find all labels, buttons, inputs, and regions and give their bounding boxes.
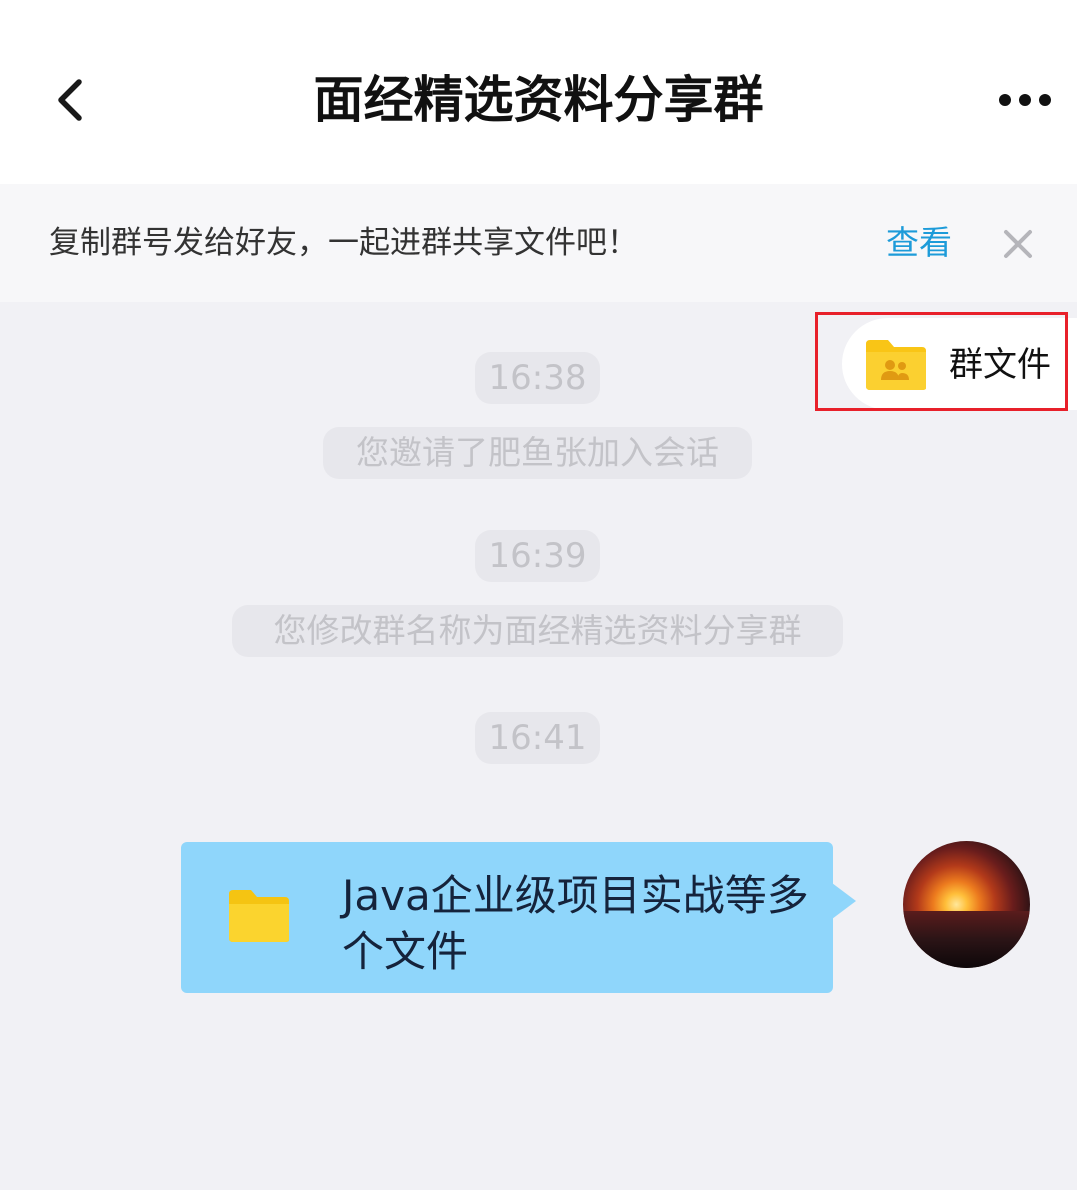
group-files-button[interactable]: 群文件 <box>842 318 1077 410</box>
folder-icon <box>229 890 289 942</box>
timestamp: 16:38 <box>475 352 600 404</box>
group-files-label: 群文件 <box>949 345 1051 385</box>
timestamp: 16:39 <box>475 530 600 582</box>
file-message-bubble[interactable]: Java企业级项目实战等多个文件 <box>181 842 833 993</box>
system-message: 您修改群名称为面经精选资料分享群 <box>232 605 843 657</box>
back-button[interactable] <box>40 70 100 130</box>
system-message: 您邀请了肥鱼张加入会话 <box>323 427 752 479</box>
view-link[interactable]: 查看 <box>886 220 952 266</box>
notice-text: 复制群号发给好友，一起进群共享文件吧！ <box>49 225 638 261</box>
more-button[interactable] <box>990 80 1060 120</box>
page-title: 面经精选资料分享群 <box>313 71 764 129</box>
avatar[interactable] <box>903 841 1030 968</box>
chevron-left-icon <box>58 79 82 121</box>
bubble-tail <box>832 883 856 919</box>
file-message-text: Java企业级项目实战等多个文件 <box>342 871 809 976</box>
group-folder-icon <box>866 340 926 390</box>
close-icon <box>1004 230 1032 258</box>
notice-close-button[interactable] <box>996 222 1040 266</box>
share-notice-bar: 复制群号发给好友，一起进群共享文件吧！ 查看 <box>0 184 1077 302</box>
timestamp: 16:41 <box>475 712 600 764</box>
nav-header: 面经精选资料分享群 <box>0 0 1077 184</box>
more-horizontal-icon <box>999 94 1051 106</box>
